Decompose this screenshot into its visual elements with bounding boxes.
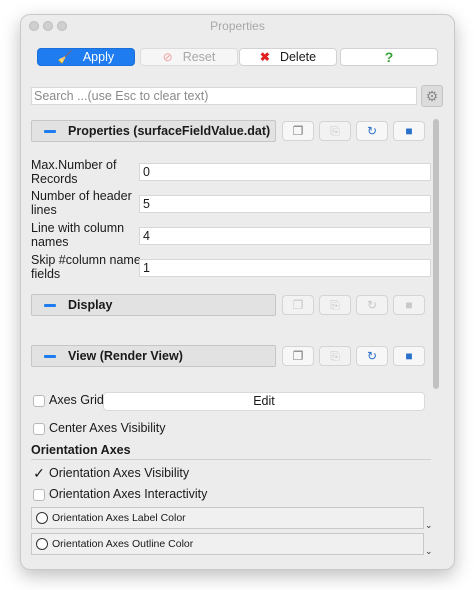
- axes-grid-edit-button[interactable]: Edit: [103, 392, 425, 411]
- view-section-header[interactable]: View (Render View): [31, 345, 276, 367]
- delete-button[interactable]: ✖ Delete: [239, 48, 337, 66]
- chevron-down-icon[interactable]: ⌄: [425, 546, 433, 557]
- max-records-label: Max.Number of Records: [31, 158, 117, 186]
- refresh-icon[interactable]: ↻: [356, 346, 388, 366]
- orientation-visibility-checkbox[interactable]: ✓: [33, 466, 45, 480]
- view-section-title: View (Render View): [68, 349, 183, 363]
- save-icon[interactable]: ■: [393, 346, 425, 366]
- center-axes-checkbox[interactable]: [33, 423, 45, 435]
- divider: [31, 459, 431, 460]
- axes-grid-checkbox[interactable]: [33, 395, 45, 407]
- label-color-button[interactable]: Orientation Axes Label Color: [31, 507, 424, 529]
- gear-icon[interactable]: ⚙: [421, 85, 443, 107]
- title-bar: Properties: [21, 15, 454, 37]
- column-names-line-field[interactable]: 4: [139, 227, 431, 245]
- skip-column-fields-field[interactable]: 1: [139, 259, 431, 277]
- display-section-title: Display: [68, 298, 113, 312]
- axes-grid-label: Axes Grid: [49, 393, 104, 407]
- refresh-icon[interactable]: ↻: [356, 121, 388, 141]
- reset-icon: ⊘: [162, 50, 173, 64]
- window-title: Properties: [210, 19, 265, 33]
- collapse-icon: [44, 303, 56, 307]
- apply-icon: 🧹: [57, 50, 73, 64]
- header-lines-label: Number of header lines: [31, 189, 132, 217]
- scrollbar[interactable]: [433, 119, 439, 389]
- skip-column-fields-label: Skip #column name fields: [31, 253, 141, 281]
- paste-icon[interactable]: ⎘: [319, 295, 351, 315]
- delete-icon: ✖: [259, 50, 270, 64]
- reset-label: Reset: [182, 50, 216, 64]
- color-swatch-icon: [36, 538, 48, 550]
- orientation-visibility-label: Orientation Axes Visibility: [49, 466, 190, 480]
- center-axes-label: Center Axes Visibility: [49, 421, 166, 435]
- copy-icon[interactable]: ❐: [282, 346, 314, 366]
- help-icon: ?: [384, 49, 394, 65]
- help-button[interactable]: ?: [340, 48, 438, 66]
- refresh-icon[interactable]: ↻: [356, 295, 388, 315]
- search-input[interactable]: Search ...(use Esc to clear text): [31, 87, 417, 105]
- paste-icon[interactable]: ⎘: [319, 346, 351, 366]
- save-icon[interactable]: ■: [393, 121, 425, 141]
- properties-section-header[interactable]: Properties (surfaceFieldValue.dat): [31, 120, 276, 142]
- collapse-icon: [44, 354, 56, 358]
- apply-label: Apply: [82, 50, 115, 64]
- orientation-axes-heading: Orientation Axes: [31, 443, 131, 457]
- display-section-header[interactable]: Display: [31, 294, 276, 316]
- label-color-label: Orientation Axes Label Color: [52, 512, 186, 524]
- outline-color-button[interactable]: Orientation Axes Outline Color: [31, 533, 424, 555]
- properties-window: Properties 🧹 Apply ⊘ Reset ✖ Delete ? Se…: [20, 14, 455, 570]
- orientation-interactivity-label: Orientation Axes Interactivity: [49, 487, 208, 501]
- max-records-field[interactable]: 0: [139, 163, 431, 181]
- collapse-icon: [44, 129, 56, 133]
- apply-button[interactable]: 🧹 Apply: [37, 48, 135, 66]
- properties-section-title: Properties (surfaceFieldValue.dat): [68, 124, 271, 138]
- reset-button[interactable]: ⊘ Reset: [140, 48, 238, 66]
- chevron-down-icon[interactable]: ⌄: [425, 520, 433, 531]
- copy-icon[interactable]: ❐: [282, 121, 314, 141]
- column-names-line-label: Line with column names: [31, 221, 125, 249]
- color-swatch-icon: [36, 512, 48, 524]
- header-lines-field[interactable]: 5: [139, 195, 431, 213]
- save-icon[interactable]: ■: [393, 295, 425, 315]
- copy-icon[interactable]: ❐: [282, 295, 314, 315]
- delete-label: Delete: [279, 50, 317, 64]
- orientation-interactivity-checkbox[interactable]: [33, 489, 45, 501]
- paste-icon[interactable]: ⎘: [319, 121, 351, 141]
- outline-color-label: Orientation Axes Outline Color: [52, 538, 194, 550]
